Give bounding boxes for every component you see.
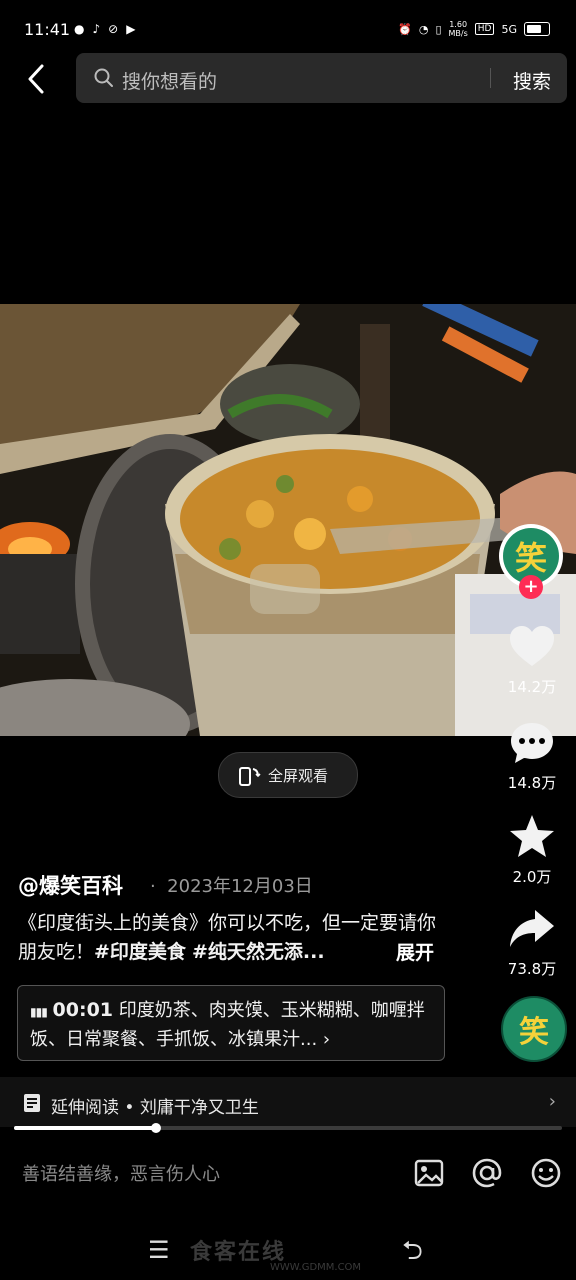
system-icons: ⏰ ◔ ▯ 1.60 MB/s HD 5G xyxy=(398,20,550,38)
progress-fill xyxy=(14,1126,157,1130)
search-icon xyxy=(94,68,113,87)
chapter-list-card[interactable]: ▮▮▮ 00:01 印度奶茶、肉夹馍、玉米糊糊、咖喱拌饭、日常聚餐、手抓饭、冰镇… xyxy=(17,985,445,1061)
expand-button[interactable]: 展开 xyxy=(396,938,434,965)
post-date: · 2023年12月03日 xyxy=(150,876,313,897)
author-name[interactable]: @爆笑百科 xyxy=(18,870,123,900)
comment-input[interactable]: 善语结善缘，恶言伤人心 xyxy=(22,1160,220,1186)
watermark-url: WWW.GDMM.COM xyxy=(270,1262,362,1273)
message-icon: ● xyxy=(74,22,85,36)
status-bar: 11:41 ● ♪ ⊘ ▶ ⏰ ◔ ▯ 1.60 MB/s HD 5G xyxy=(0,0,576,44)
post-caption: 《印度街头上的美食》你可以不吃，但一定要请你朋友吃！#印度美食 #纯天然无添..… xyxy=(18,909,448,967)
notification-icons: ● ♪ ⊘ ▶ xyxy=(74,22,135,36)
comment-button[interactable]: 14.8万 xyxy=(497,718,567,793)
chapter-time: 00:01 xyxy=(52,999,114,1021)
vibrate-icon: ▯ xyxy=(435,22,442,36)
search-divider xyxy=(490,68,491,88)
video-frame-image xyxy=(0,304,576,736)
network-speed-value: 1.60 xyxy=(449,20,468,29)
chapter-text-block: ▮▮▮ 00:01 印度奶茶、肉夹馍、玉米糊糊、咖喱拌饭、日常聚餐、手抓饭、冰镇… xyxy=(30,996,440,1054)
menu-icon[interactable]: ☰ xyxy=(148,1236,170,1264)
document-icon xyxy=(24,1094,40,1112)
link-icon: ⊘ xyxy=(108,22,119,36)
hashtag-1[interactable]: #印度美食 xyxy=(94,941,186,963)
favorite-button[interactable]: 2.0万 xyxy=(497,812,567,887)
status-time: 11:41 xyxy=(24,20,71,39)
extended-reading-bar[interactable]: 延伸阅读 • 刘庸干净又卫生 › xyxy=(0,1077,576,1127)
fullscreen-button[interactable]: 全屏观看 xyxy=(218,752,358,798)
video-progress-bar[interactable] xyxy=(14,1123,562,1133)
network-speed: 1.60 MB/s xyxy=(449,20,468,38)
share-button[interactable]: 73.8万 xyxy=(497,904,567,979)
search-input[interactable]: 搜你想看的 xyxy=(122,67,217,94)
rotate-screen-icon xyxy=(239,767,261,786)
back-nav-icon[interactable]: ⮌ xyxy=(402,1232,423,1276)
chevron-right-icon: › xyxy=(548,1091,556,1112)
back-button[interactable] xyxy=(22,60,52,100)
star-icon xyxy=(510,815,554,857)
music-disc-glyph: 笑 xyxy=(519,1015,549,1050)
emoji-icon[interactable] xyxy=(529,1156,563,1190)
hashtag-2[interactable]: #纯天然无添... xyxy=(192,941,325,963)
sound-bars-icon: ▮▮▮ xyxy=(30,1005,48,1019)
play-store-icon: ▶ xyxy=(126,22,136,36)
search-box[interactable]: 搜你想看的 搜索 xyxy=(76,53,567,103)
extended-reading-label: 延伸阅读 • 刘庸干净又卫生 xyxy=(51,1098,259,1118)
fullscreen-label: 全屏观看 xyxy=(268,767,329,785)
comment-icon xyxy=(511,723,553,763)
search-button[interactable]: 搜索 xyxy=(513,67,551,94)
share-arrow-icon xyxy=(510,910,554,947)
battery-icon xyxy=(524,22,550,36)
video-player[interactable] xyxy=(0,304,576,736)
like-count: 14.2万 xyxy=(507,678,557,696)
follow-button[interactable]: + xyxy=(519,575,543,599)
share-count: 73.8万 xyxy=(507,960,557,978)
tiktok-icon: ♪ xyxy=(92,22,101,36)
speedometer-icon: ◔ xyxy=(418,22,429,36)
progress-knob[interactable] xyxy=(151,1123,162,1133)
music-disc[interactable]: 笑 xyxy=(501,996,567,1062)
like-button[interactable]: 14.2万 xyxy=(497,622,567,697)
mention-icon[interactable] xyxy=(470,1156,504,1190)
favorite-count: 2.0万 xyxy=(512,868,552,886)
heart-icon xyxy=(510,626,554,666)
chevron-right-icon: › xyxy=(322,1029,331,1050)
post-date-value: 2023年12月03日 xyxy=(167,876,313,897)
signal-5g: 5G xyxy=(501,22,517,36)
hd-badge: HD xyxy=(474,23,495,35)
comment-count: 14.8万 xyxy=(507,774,557,792)
back-arrow-icon xyxy=(28,64,44,94)
alarm-icon: ⏰ xyxy=(398,22,412,36)
network-speed-unit: MB/s xyxy=(448,29,468,38)
image-picker-icon[interactable] xyxy=(412,1156,446,1190)
